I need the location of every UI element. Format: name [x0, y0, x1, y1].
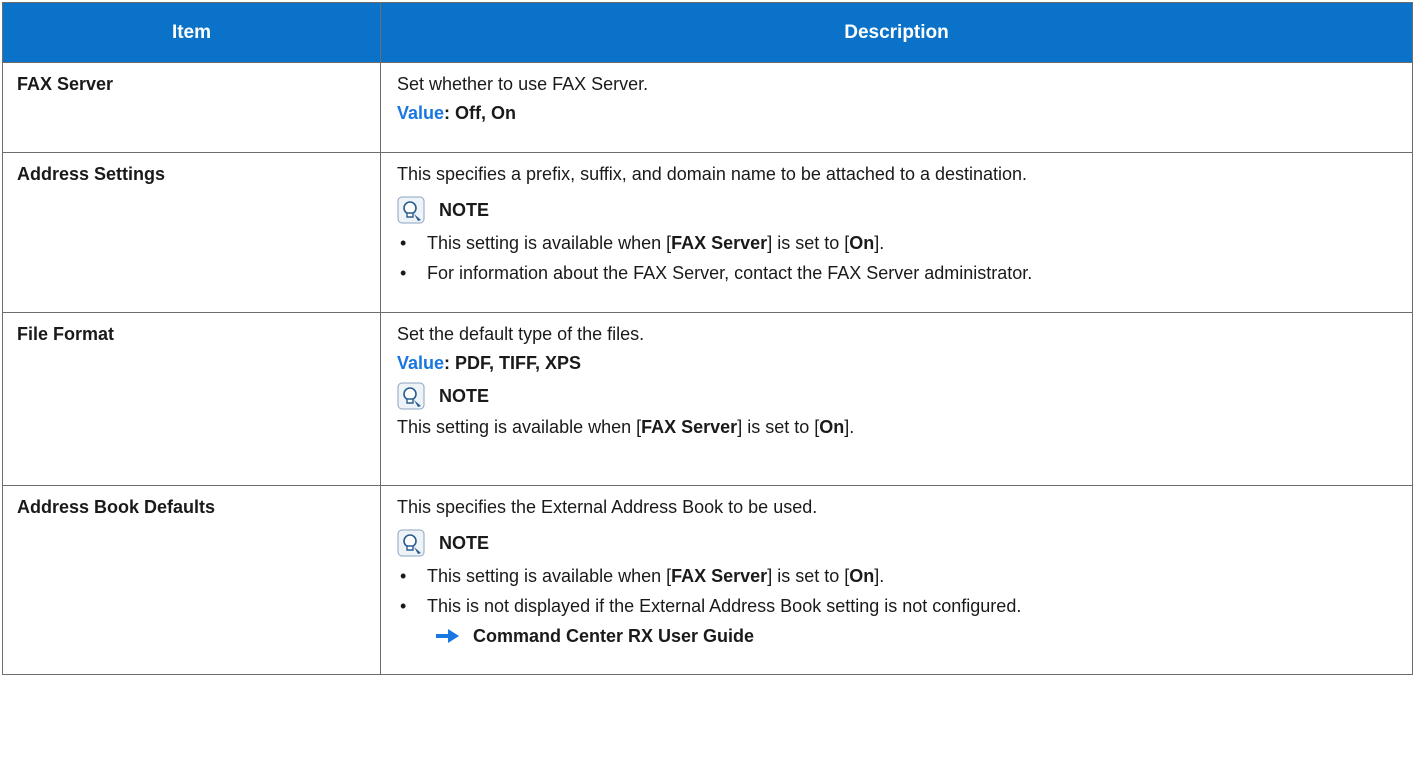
text-segment: This is not displayed if the External Ad… [427, 596, 1022, 616]
list-item: • For information about the FAX Server, c… [397, 258, 1398, 288]
bullet: • [400, 596, 407, 616]
text-bold: On [819, 417, 845, 437]
lightbulb-note-icon [397, 529, 425, 557]
note-label: NOTE [439, 200, 490, 220]
list-item: • This is not displayed if the External A… [397, 591, 1398, 621]
reference-link[interactable]: Command Center RX User Guide [397, 621, 1398, 647]
bullet: • [400, 566, 407, 586]
text-bold: FAX Server [671, 566, 768, 586]
table-row: FAX Server Set whether to use FAX Server… [2, 62, 1413, 153]
text-segment: For information about the FAX Server, co… [427, 263, 1033, 283]
value-line: Value: PDF, TIFF, XPS [397, 350, 1398, 376]
item-name: FAX Server [2, 62, 381, 153]
value-label: Value [397, 103, 445, 123]
table-row: File Format Set the default type of the … [2, 312, 1413, 486]
reference-label[interactable]: Command Center RX User Guide [473, 625, 754, 647]
description-text: Set whether to use FAX Server. [397, 74, 649, 94]
value-text: PDF, TIFF, XPS [450, 353, 582, 373]
settings-table: Item Description FAX Server Set whether … [2, 2, 1413, 675]
note-label: NOTE [439, 386, 490, 406]
item-name: File Format [2, 312, 381, 486]
value-text: Off, On [450, 103, 517, 123]
right-arrow-icon [436, 629, 459, 643]
bullet: • [400, 233, 407, 253]
item-name: Address Book Defaults [2, 485, 381, 675]
note-heading: NOTE [397, 382, 1398, 410]
note-text: This setting is available when [FAX Serv… [397, 414, 1398, 443]
value-line: Value: Off, On [397, 100, 1398, 126]
note-heading: NOTE [397, 529, 1398, 557]
bullet: • [400, 263, 407, 283]
text-bold: FAX Server [671, 233, 768, 253]
item-description: This specifies the External Address Book… [380, 485, 1413, 675]
list-item: • This setting is available when [FAX Ser… [397, 561, 1398, 591]
lightbulb-note-icon [397, 196, 425, 224]
note-label: NOTE [439, 533, 490, 553]
text-segment: ] is set to [ [767, 233, 850, 253]
text-segment: This setting is available when [ [427, 566, 672, 586]
item-description: Set whether to use FAX Server. Value: Of… [380, 62, 1413, 153]
description-text: Set the default type of the files. [397, 324, 645, 344]
value-label: Value [397, 353, 445, 373]
text-segment: This setting is available when [ [397, 417, 642, 437]
header-row: Item Description [2, 2, 1413, 63]
lightbulb-note-icon [397, 382, 425, 410]
text-segment: ]. [874, 233, 885, 253]
text-segment: ] is set to [ [767, 566, 850, 586]
note-list: • This setting is available when [FAX Ser… [397, 228, 1398, 288]
text-bold: FAX Server [641, 417, 738, 437]
text-segment: ] is set to [ [737, 417, 820, 437]
list-item: • This setting is available when [FAX Ser… [397, 228, 1398, 258]
text-bold: On [849, 566, 875, 586]
description-text: This specifies the External Address Book… [397, 497, 818, 517]
table-row: Address Settings This specifies a prefix… [2, 152, 1413, 313]
table-row: Address Book Defaults This specifies the… [2, 485, 1413, 675]
item-name: Address Settings [2, 152, 381, 313]
text-segment: ]. [844, 417, 855, 437]
text-segment: ]. [874, 566, 885, 586]
note-heading: NOTE [397, 196, 1398, 224]
note-list: • This setting is available when [FAX Ser… [397, 561, 1398, 621]
text-bold: On [849, 233, 875, 253]
text-segment: This setting is available when [ [427, 233, 672, 253]
item-description: Set the default type of the files. Value… [380, 312, 1413, 486]
header-item: Item [2, 2, 381, 63]
description-text: This specifies a prefix, suffix, and dom… [397, 164, 1028, 184]
header-description: Description [380, 2, 1413, 63]
item-description: This specifies a prefix, suffix, and dom… [380, 152, 1413, 313]
